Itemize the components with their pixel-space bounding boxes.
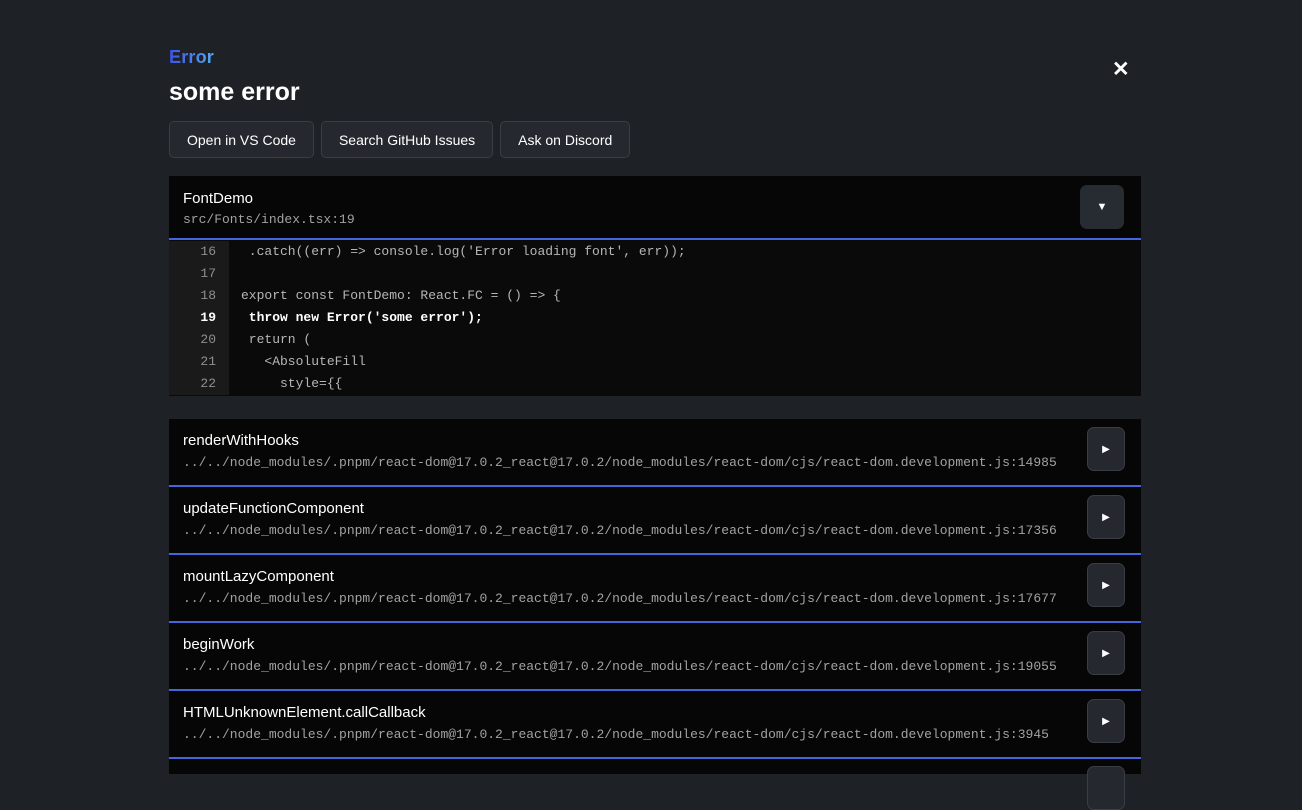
play-icon: ▶ xyxy=(1102,580,1110,591)
play-icon: ▶ xyxy=(1102,444,1110,455)
stack-frame-name: updateFunctionComponent xyxy=(183,500,1141,517)
stack-frame-path: ../../node_modules/.pnpm/react-dom@17.0.… xyxy=(183,523,1141,538)
stack-frame-updatefunctioncomponent: updateFunctionComponent ../../node_modul… xyxy=(169,487,1141,555)
code-text: style={{ xyxy=(229,373,342,395)
source-frame-card: FontDemo src/Fonts/index.tsx:19 ▼ 16 .ca… xyxy=(169,176,1141,396)
stack-frame-name: HTMLUnknownElement.callCallback xyxy=(183,704,1141,721)
stack-frame-beginwork: beginWork ../../node_modules/.pnpm/react… xyxy=(169,623,1141,691)
chevron-down-icon: ▼ xyxy=(1097,201,1108,213)
expand-frame-button[interactable]: ▶ xyxy=(1087,427,1125,471)
play-icon: ▶ xyxy=(1102,512,1110,523)
stack-frame-path: ../../node_modules/.pnpm/react-dom@17.0.… xyxy=(183,659,1141,674)
code-text: return ( xyxy=(229,329,311,351)
stack-trace-list: renderWithHooks ../../node_modules/.pnpm… xyxy=(169,419,1141,774)
error-type-label: Error xyxy=(169,47,214,68)
code-line-highlighted: 19 throw new Error('some error'); xyxy=(169,307,1141,329)
stack-frame-path: ../../node_modules/.pnpm/react-dom@17.0.… xyxy=(183,455,1141,470)
code-line: 20 return ( xyxy=(169,329,1141,351)
stack-frame-htmlunknownelement-callcallback: HTMLUnknownElement.callCallback ../../no… xyxy=(169,691,1141,759)
stack-frame-mountlazycomponent: mountLazyComponent ../../node_modules/.p… xyxy=(169,555,1141,623)
code-text: throw new Error('some error'); xyxy=(229,307,483,329)
code-text: .catch((err) => console.log('Error loadi… xyxy=(229,241,686,263)
stack-frame-name: mountLazyComponent xyxy=(183,568,1141,585)
expand-frame-button[interactable]: ▶ xyxy=(1087,563,1125,607)
open-in-vscode-button[interactable]: Open in VS Code xyxy=(169,121,314,158)
line-number: 21 xyxy=(169,351,229,373)
code-text: <AbsoluteFill xyxy=(229,351,366,373)
stack-frame-renderwithhooks: renderWithHooks ../../node_modules/.pnpm… xyxy=(169,419,1141,487)
expand-frame-button[interactable]: ▶ xyxy=(1087,699,1125,743)
collapse-frame-button[interactable]: ▼ xyxy=(1080,185,1124,229)
source-frame-title: FontDemo xyxy=(183,190,1141,207)
stack-frame-partially-visible xyxy=(169,759,1141,774)
code-text: export const FontDemo: React.FC = () => … xyxy=(229,285,561,307)
error-message: some error xyxy=(169,78,1141,107)
code-line: 22 style={{ xyxy=(169,373,1141,395)
expand-frame-button[interactable] xyxy=(1087,766,1125,810)
search-github-issues-button[interactable]: Search GitHub Issues xyxy=(321,121,493,158)
line-number: 20 xyxy=(169,329,229,351)
stack-frame-name: beginWork xyxy=(183,636,1141,653)
source-frame-location: src/Fonts/index.tsx:19 xyxy=(183,212,1141,227)
code-line: 17 xyxy=(169,263,1141,285)
ask-on-discord-button[interactable]: Ask on Discord xyxy=(500,121,630,158)
line-number: 22 xyxy=(169,373,229,395)
code-line: 18 export const FontDemo: React.FC = () … xyxy=(169,285,1141,307)
code-snippet: 16 .catch((err) => console.log('Error lo… xyxy=(169,240,1141,396)
error-overlay-content: Error some error Open in VS Code Search … xyxy=(169,0,1141,774)
source-frame-header: FontDemo src/Fonts/index.tsx:19 ▼ xyxy=(169,176,1141,240)
stack-frame-path: ../../node_modules/.pnpm/react-dom@17.0.… xyxy=(183,591,1141,606)
code-text xyxy=(229,263,241,285)
line-number: 16 xyxy=(169,241,229,263)
code-line: 21 <AbsoluteFill xyxy=(169,351,1141,373)
expand-frame-button[interactable]: ▶ xyxy=(1087,495,1125,539)
play-icon: ▶ xyxy=(1102,716,1110,727)
code-line: 16 .catch((err) => console.log('Error lo… xyxy=(169,241,1141,263)
line-number: 18 xyxy=(169,285,229,307)
expand-frame-button[interactable]: ▶ xyxy=(1087,631,1125,675)
line-number: 17 xyxy=(169,263,229,285)
line-number: 19 xyxy=(169,307,229,329)
stack-frame-name: renderWithHooks xyxy=(183,432,1141,449)
stack-frame-path: ../../node_modules/.pnpm/react-dom@17.0.… xyxy=(183,727,1141,742)
play-icon: ▶ xyxy=(1102,648,1110,659)
action-buttons-row: Open in VS Code Search GitHub Issues Ask… xyxy=(169,121,1141,158)
error-overlay: { "overlay": { "error_type": "Error", "e… xyxy=(0,0,1302,776)
